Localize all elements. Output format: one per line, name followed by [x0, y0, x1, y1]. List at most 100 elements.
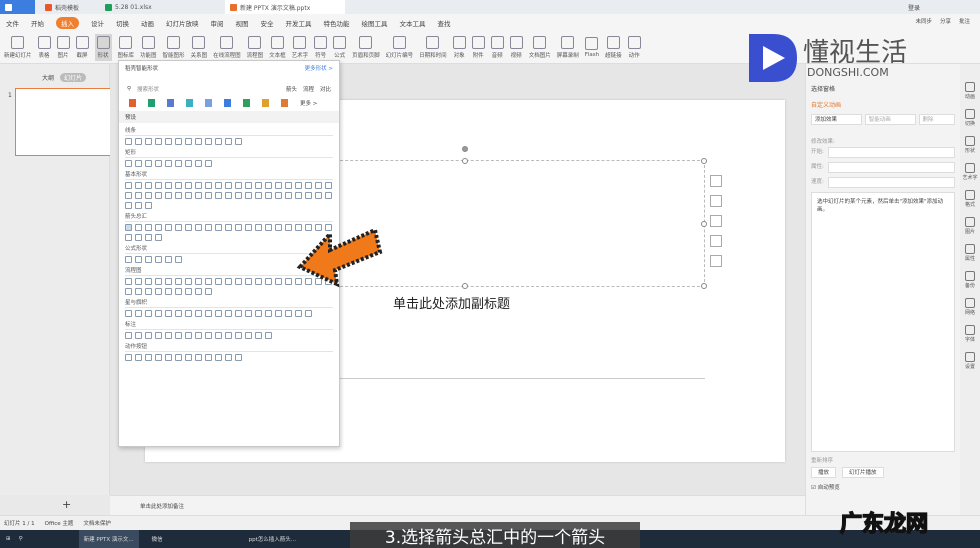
chip-arrow[interactable]: 箭头 [286, 85, 297, 93]
shape-icon[interactable] [165, 332, 172, 339]
shape-style-icon[interactable] [710, 195, 722, 207]
shape-icon[interactable] [145, 234, 152, 241]
shape-icon[interactable] [155, 332, 162, 339]
subtitle-placeholder[interactable]: 单击此处添加副标题 [393, 293, 510, 312]
shape-icon[interactable] [155, 234, 162, 241]
shape-icon[interactable] [205, 224, 212, 231]
shape-icon[interactable] [215, 278, 222, 285]
shape-icon[interactable] [275, 310, 282, 317]
shape-icon[interactable] [235, 332, 242, 339]
side-tool-3[interactable]: 艺术字 [962, 163, 978, 181]
shape-icon[interactable] [225, 182, 232, 189]
shape-icon[interactable] [135, 288, 142, 295]
ribbon-button-12[interactable]: 艺术字 [292, 35, 308, 59]
shape-icon[interactable] [275, 182, 282, 189]
ribbon-button-0[interactable]: 新建幻灯片 [4, 35, 32, 59]
ribbon-button-20[interactable]: 音频 [490, 35, 504, 59]
taskbar-app-browser[interactable]: ppt怎么插入箭头... [244, 530, 301, 548]
menu-4[interactable]: 切换 [116, 18, 129, 28]
shape-icon[interactable] [185, 332, 192, 339]
shape-icon[interactable] [255, 332, 262, 339]
shape-icon[interactable] [145, 288, 152, 295]
shape-icon[interactable] [235, 182, 242, 189]
comment-button[interactable]: 批注 [959, 17, 970, 25]
shape-icon[interactable] [155, 256, 162, 263]
shape-icon[interactable] [165, 138, 172, 145]
shape-icon[interactable] [195, 138, 202, 145]
shape-icon[interactable] [245, 224, 252, 231]
ribbon-button-11[interactable]: 文本框 [269, 35, 286, 59]
menu-1[interactable]: 开始 [31, 18, 44, 28]
ribbon-button-17[interactable]: 日期和时间 [419, 35, 447, 59]
shape-icon[interactable] [135, 332, 142, 339]
shape-icon[interactable] [165, 310, 172, 317]
align-icon[interactable] [710, 255, 722, 267]
shape-icon[interactable] [185, 310, 192, 317]
shape-icon[interactable] [235, 354, 242, 361]
menu-5[interactable]: 动画 [141, 18, 154, 28]
menu-10[interactable]: 开发工具 [286, 18, 312, 28]
menu-7[interactable]: 审阅 [211, 18, 224, 28]
shape-icon[interactable] [205, 310, 212, 317]
shape-icon[interactable] [195, 224, 202, 231]
shape-icon[interactable] [265, 192, 272, 199]
shape-icon[interactable] [155, 138, 162, 145]
shape-icon[interactable] [225, 224, 232, 231]
shape-icon[interactable] [205, 278, 212, 285]
pen-icon[interactable] [710, 235, 722, 247]
ribbon-button-1[interactable]: 表格 [37, 35, 51, 59]
shape-icon[interactable] [205, 354, 212, 361]
menu-13[interactable]: 文本工具 [400, 18, 426, 28]
shape-icon[interactable] [285, 310, 292, 317]
shape-icon[interactable] [125, 288, 132, 295]
shape-icon[interactable] [145, 310, 152, 317]
shape-icon[interactable] [155, 160, 162, 167]
smart-shape-icon[interactable] [148, 99, 155, 107]
shape-icon[interactable] [215, 182, 222, 189]
side-tool-6[interactable]: 属性 [964, 244, 975, 262]
shape-icon[interactable] [295, 182, 302, 189]
side-tool-0[interactable]: 动画 [964, 82, 975, 100]
ribbon-button-22[interactable]: 文档图片 [529, 35, 551, 59]
shape-icon[interactable] [315, 192, 322, 199]
shape-icon[interactable] [175, 224, 182, 231]
shape-icon[interactable] [145, 354, 152, 361]
shape-icon[interactable] [265, 278, 272, 285]
shape-icon[interactable] [195, 278, 202, 285]
shape-icon[interactable] [175, 288, 182, 295]
side-tool-1[interactable]: 切换 [964, 109, 975, 127]
shape-icon[interactable] [135, 224, 142, 231]
shape-icon[interactable] [215, 310, 222, 317]
shape-icon[interactable] [185, 288, 192, 295]
shape-icon[interactable] [205, 160, 212, 167]
shape-icon[interactable] [225, 192, 232, 199]
shape-icon[interactable] [135, 310, 142, 317]
shape-icon[interactable] [165, 354, 172, 361]
shape-icon[interactable] [165, 192, 172, 199]
smart-shape-icon[interactable] [262, 99, 269, 107]
shape-icon[interactable] [135, 278, 142, 285]
chip-compare[interactable]: 对比 [320, 85, 331, 93]
animation-list[interactable]: 选中幻灯片的某个元素，然后单击"添加效果"添加动画。 [811, 192, 955, 452]
shape-icon[interactable] [265, 182, 272, 189]
shape-icon[interactable] [225, 138, 232, 145]
add-effect-button[interactable]: 添加效果 [811, 114, 862, 125]
shape-icon[interactable] [125, 182, 132, 189]
shape-icon[interactable] [175, 310, 182, 317]
tab-outline[interactable]: 大纲 [42, 73, 54, 82]
ribbon-button-26[interactable]: 动作 [627, 35, 641, 59]
notes-area[interactable]: 单击此处添加备注 + [62, 495, 805, 515]
shape-icon[interactable] [175, 192, 182, 199]
shape-icon[interactable] [305, 310, 312, 317]
side-tool-9[interactable]: 字体 [964, 325, 975, 343]
property-select[interactable] [828, 162, 955, 173]
shape-icon[interactable] [195, 160, 202, 167]
ribbon-button-25[interactable]: 超链接 [605, 35, 622, 59]
shape-icon[interactable] [135, 192, 142, 199]
ribbon-button-3[interactable]: 截屏 [75, 35, 89, 59]
taskbar-app-wps[interactable]: 新建 PPTX 演示文... [78, 530, 139, 548]
slide-play-button[interactable]: 幻灯片播放 [842, 467, 884, 478]
doc-protection[interactable]: 文档未保护 [83, 519, 111, 527]
shape-icon[interactable] [155, 310, 162, 317]
ribbon-button-2[interactable]: 图片 [56, 35, 70, 59]
